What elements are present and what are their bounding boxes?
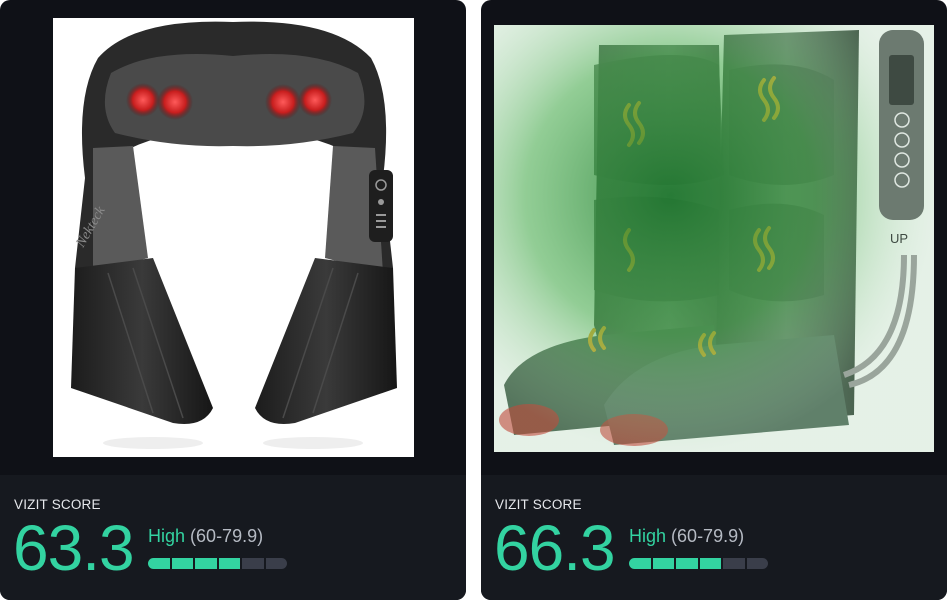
product-card-1[interactable]: Nekteck VIZIT SCORE 63.3 High (60-79.9) [0,0,466,600]
score-label: VIZIT SCORE [495,497,582,512]
score-bar [629,558,768,569]
score-label: VIZIT SCORE [14,497,101,512]
score-level: High [629,526,667,546]
score-value: 63.3 [13,512,135,584]
score-level: High [148,526,186,546]
score-bar-segment [676,558,698,569]
score-bar-segment [699,558,721,569]
score-panel: VIZIT SCORE 63.3 High (60-79.9) [0,475,466,600]
score-bar-segment [746,558,768,569]
score-rating: High (60-79.9) [629,526,744,547]
product-card-2[interactable]: UP VIZIT SCORE 66.3 High (60-79.9) [481,0,947,600]
score-value: 66.3 [494,512,616,584]
product-image-neck-massager: Nekteck [53,18,414,457]
score-rating: High (60-79.9) [148,526,263,547]
score-bar-segment [265,558,287,569]
score-bar-segment [629,558,651,569]
score-bar-segment [148,558,170,569]
score-bar-segment [195,558,217,569]
score-bar-segment [723,558,745,569]
score-panel: VIZIT SCORE 66.3 High (60-79.9) [481,475,947,600]
score-bar-segment [652,558,674,569]
score-bar-segment [218,558,240,569]
score-bar-segment [171,558,193,569]
score-bar [148,558,287,569]
remote-up-label: UP [890,231,908,246]
score-range: (60-79.9) [190,526,264,546]
score-range: (60-79.9) [671,526,745,546]
product-image-leg-massager: UP [494,25,934,452]
score-bar-segment [242,558,264,569]
